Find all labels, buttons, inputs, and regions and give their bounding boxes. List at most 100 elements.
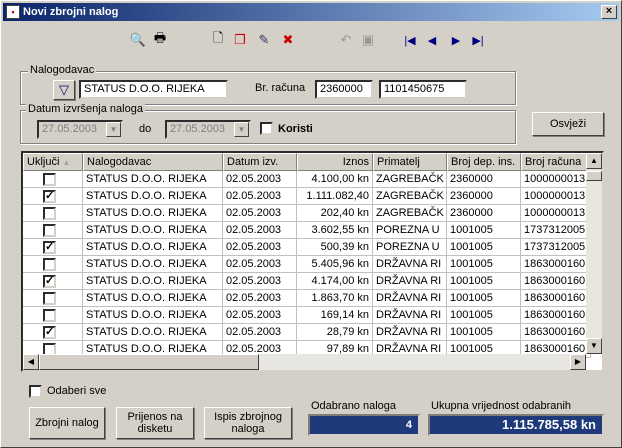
nalozi-table[interactable]: Uključi ▲ Nalogodavac Datum izv. Iznos P… — [21, 151, 604, 372]
table-row[interactable]: ✓ STATUS D.O.O. RIJEKA 02.05.2003 4.174,00 … — [23, 273, 591, 290]
cell-primatelj: ZAGREBAČK — [373, 171, 447, 188]
cell-nalogodavac: STATUS D.O.O. RIJEKA — [83, 307, 223, 324]
account-prefix-field[interactable]: 2360000 — [315, 80, 373, 99]
row-include-cell — [23, 205, 83, 222]
row-include-checkbox[interactable] — [43, 292, 56, 305]
title-bar[interactable]: ▪ Novi zbrojni nalog × — [3, 3, 619, 21]
scroll-right-icon[interactable]: ▶ — [570, 354, 586, 370]
cell-nalogodavac: STATUS D.O.O. RIJEKA — [83, 205, 223, 222]
ispis-zbrojnog-naloga-button[interactable]: Ispis zbrojnog naloga — [204, 407, 292, 439]
column-header-primatelj[interactable]: Primatelj — [373, 153, 447, 171]
undo-icon[interactable]: ↶ — [335, 29, 357, 51]
row-include-cell — [23, 171, 83, 188]
print-icon[interactable]: 🖶 — [149, 29, 171, 51]
odabrano-naloga-label: Odabrano naloga — [311, 400, 397, 412]
date-from-select[interactable]: 27.05.2003 ▼ — [37, 120, 123, 139]
row-include-checkbox[interactable] — [43, 309, 56, 322]
cell-datum: 02.05.2003 — [223, 222, 297, 239]
delete-document-icon[interactable]: ✖ — [277, 29, 299, 51]
cell-primatelj: ZAGREBAČK — [373, 188, 447, 205]
row-include-checkbox[interactable]: ✓ — [43, 190, 56, 203]
cell-datum: 02.05.2003 — [223, 273, 297, 290]
column-header-iznos[interactable]: Iznos — [297, 153, 373, 171]
chevron-down-icon[interactable]: ▼ — [234, 122, 249, 137]
column-header-ukljuci[interactable]: Uključi ▲ — [23, 153, 83, 171]
cell-datum: 02.05.2003 — [223, 239, 297, 256]
filter-icon[interactable]: ▽ — [53, 80, 75, 100]
row-include-checkbox[interactable]: ✓ — [43, 326, 56, 339]
cell-nalogodavac: STATUS D.O.O. RIJEKA — [83, 273, 223, 290]
account-number-field[interactable]: 1101450675 — [379, 80, 467, 99]
table-row[interactable]: ✓ STATUS D.O.O. RIJEKA 02.05.2003 500,39 kn… — [23, 239, 591, 256]
column-header-datum[interactable]: Datum izv. — [223, 153, 297, 171]
table-row[interactable]: STATUS D.O.O. RIJEKA 02.05.2003 4.100,00 k… — [23, 171, 591, 188]
nalogodavac-name-field[interactable]: STATUS D.O.O. RIJEKA — [79, 80, 228, 99]
cell-racun: 1863000160 — [521, 290, 591, 307]
koristi-label: Koristi — [278, 123, 313, 135]
horizontal-scrollbar[interactable]: ◀ ▶ — [23, 354, 586, 370]
window-title: Novi zbrojni nalog — [23, 6, 119, 18]
cell-iznos: 4.100,00 kn — [297, 171, 373, 188]
cell-nalogodavac: STATUS D.O.O. RIJEKA — [83, 222, 223, 239]
osvjezi-button[interactable]: Osvježi — [532, 112, 604, 136]
cell-iznos: 3.602,55 kn — [297, 222, 373, 239]
table-row[interactable]: ✓ STATUS D.O.O. RIJEKA 02.05.2003 1.111.082… — [23, 188, 591, 205]
cell-iznos: 28,79 kn — [297, 324, 373, 341]
row-include-checkbox[interactable] — [43, 224, 56, 237]
cell-dep: 1001005 — [447, 222, 521, 239]
odaberi-sve-label: Odaberi sve — [47, 385, 107, 397]
first-record-icon[interactable]: |◀ — [399, 29, 421, 51]
row-include-cell: ✓ — [23, 324, 83, 341]
scroll-up-icon[interactable]: ▲ — [586, 153, 602, 169]
find-record-icon[interactable]: 🔍 — [127, 29, 149, 51]
cell-racun: 1737312005 — [521, 239, 591, 256]
last-record-icon[interactable]: ▶| — [467, 29, 489, 51]
scroll-down-icon[interactable]: ▼ — [586, 338, 602, 354]
row-include-checkbox[interactable] — [43, 173, 56, 186]
row-include-checkbox[interactable]: ✓ — [43, 241, 56, 254]
table-row[interactable]: STATUS D.O.O. RIJEKA 02.05.2003 169,14 kn D… — [23, 307, 591, 324]
column-header-nalogodavac[interactable]: Nalogodavac — [83, 153, 223, 171]
column-header-racun[interactable]: Broj računa — [521, 153, 591, 171]
save-icon[interactable]: ▣ — [357, 29, 379, 51]
scroll-thumb[interactable] — [39, 354, 259, 370]
cell-racun: 1863000160 — [521, 273, 591, 290]
cell-dep: 2360000 — [447, 188, 521, 205]
cell-nalogodavac: STATUS D.O.O. RIJEKA — [83, 171, 223, 188]
odaberi-sve-checkbox[interactable] — [29, 385, 42, 398]
chevron-down-icon[interactable]: ▼ — [106, 122, 121, 137]
copy-document-icon[interactable]: ❐ — [229, 29, 251, 51]
date-to-select[interactable]: 27.05.2003 ▼ — [165, 120, 251, 139]
table-row[interactable]: STATUS D.O.O. RIJEKA 02.05.2003 202,40 kn Z… — [23, 205, 591, 222]
column-header-dep[interactable]: Broj dep. ins. — [447, 153, 521, 171]
table-row[interactable]: STATUS D.O.O. RIJEKA 02.05.2003 5.405,96 k… — [23, 256, 591, 273]
zbrojni-nalog-button[interactable]: Zbrojni nalog — [29, 407, 105, 439]
datum-group-label: Datum izvršenja naloga — [26, 103, 145, 115]
row-include-checkbox[interactable] — [43, 258, 56, 271]
scroll-thumb[interactable] — [586, 171, 602, 181]
cell-datum: 02.05.2003 — [223, 290, 297, 307]
row-include-checkbox[interactable] — [43, 207, 56, 220]
cell-dep: 2360000 — [447, 205, 521, 222]
do-label: do — [139, 123, 152, 135]
cell-iznos: 1.863,70 kn — [297, 290, 373, 307]
koristi-checkbox[interactable] — [260, 122, 273, 135]
prev-record-icon[interactable]: ◀ — [421, 29, 443, 51]
cell-primatelj: DRŽAVNA RI — [373, 290, 447, 307]
vertical-scrollbar[interactable]: ▲ ▼ — [586, 153, 602, 354]
table-row[interactable]: STATUS D.O.O. RIJEKA 02.05.2003 3.602,55 k… — [23, 222, 591, 239]
new-document-icon[interactable]: 🗋 — [207, 29, 229, 51]
cell-nalogodavac: STATUS D.O.O. RIJEKA — [83, 188, 223, 205]
next-record-icon[interactable]: ▶ — [445, 29, 467, 51]
prijenos-na-disketu-button[interactable]: Prijenos na disketu — [116, 407, 194, 439]
table-row[interactable]: STATUS D.O.O. RIJEKA 02.05.2003 1.863,70 k… — [23, 290, 591, 307]
row-include-cell — [23, 307, 83, 324]
row-include-checkbox[interactable]: ✓ — [43, 275, 56, 288]
edit-document-icon[interactable]: ✎ — [253, 29, 275, 51]
cell-nalogodavac: STATUS D.O.O. RIJEKA — [83, 239, 223, 256]
table-row[interactable]: ✓ STATUS D.O.O. RIJEKA 02.05.2003 28,79 kn D… — [23, 324, 591, 341]
cell-racun: 1863000160 — [521, 324, 591, 341]
close-button[interactable]: × — [601, 5, 617, 19]
cell-racun: 1863000160 — [521, 256, 591, 273]
scroll-left-icon[interactable]: ◀ — [23, 354, 39, 370]
